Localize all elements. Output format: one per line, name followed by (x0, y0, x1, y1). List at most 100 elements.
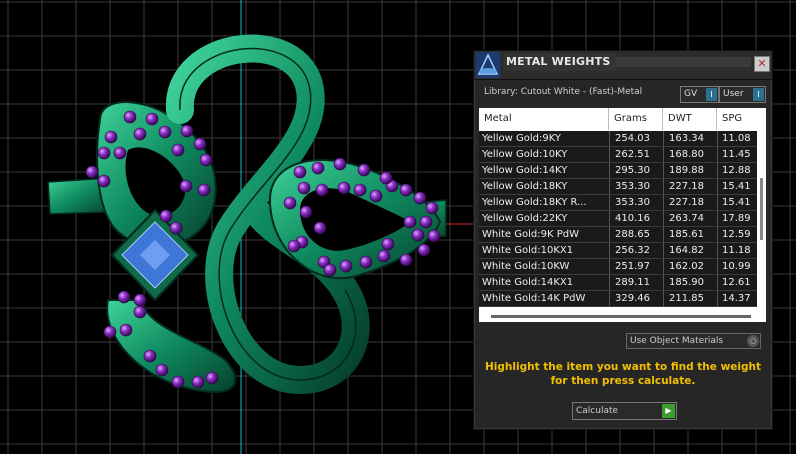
column-header-spg[interactable]: SPG (717, 108, 757, 130)
purple-gem (193, 137, 207, 151)
ring-model[interactable] (47, 34, 447, 395)
cell-dwt: 162.02 (663, 259, 717, 274)
table-row[interactable]: Yellow Gold:18KY 353.30 227.18 15.41 (479, 179, 757, 195)
purple-gem (155, 363, 169, 377)
cell-metal: Yellow Gold:18KY (482, 181, 568, 192)
purple-gem (143, 349, 157, 363)
materials-select-value: Use Object Materials (630, 336, 724, 346)
cell-grams: 329.46 (609, 291, 663, 306)
instruction-text: Highlight the item you want to find the … (484, 360, 762, 388)
purple-gem (333, 157, 347, 171)
logo-icon (476, 52, 500, 78)
purple-gem (359, 255, 373, 269)
purple-gem (315, 183, 329, 197)
purple-gem (133, 293, 147, 307)
cell-dwt: 211.85 (663, 291, 717, 306)
calculate-button[interactable]: Calculate ▶ (572, 402, 677, 420)
purple-gem (117, 290, 131, 304)
table-row[interactable]: Yellow Gold:14KY 295.30 189.88 12.88 (479, 163, 757, 179)
cell-metal: White Gold:10KX1 (482, 245, 574, 256)
gv-toggle[interactable]: GV I (680, 86, 719, 103)
purple-gem (171, 375, 185, 389)
purple-gem (425, 201, 439, 215)
cell-metal: Yellow Gold:18KY R... (482, 197, 587, 208)
purple-gem (299, 205, 313, 219)
cell-dwt: 185.61 (663, 227, 717, 242)
vertical-scrollbar-thumb[interactable] (760, 178, 763, 240)
cell-dwt: 185.90 (663, 275, 717, 290)
instruction-line-2: for then press calculate. (550, 375, 696, 387)
table-row[interactable]: Yellow Gold:18KY R... 353.30 227.18 15.41 (479, 195, 757, 211)
cell-dwt: 168.80 (663, 147, 717, 162)
purple-gem (293, 165, 307, 179)
cell-dwt: 227.18 (663, 179, 717, 194)
purple-gem (427, 229, 441, 243)
purple-gem (113, 146, 127, 160)
purple-gem (104, 130, 118, 144)
column-header-dwt[interactable]: DWT (663, 108, 717, 130)
purple-gem (159, 209, 173, 223)
cell-dwt: 163.34 (663, 131, 717, 146)
cell-metal: White Gold:14KX1 (482, 277, 574, 288)
table-row[interactable]: White Gold:14KX1 289.11 185.90 12.61 (479, 275, 757, 291)
purple-gem (158, 125, 172, 139)
table-row[interactable]: White Gold:9K PdW 288.65 185.61 12.59 (479, 227, 757, 243)
purple-gem (403, 215, 417, 229)
table-row[interactable]: White Gold:10KW 251.97 162.02 10.99 (479, 259, 757, 275)
close-icon[interactable]: ✕ (754, 56, 770, 72)
cell-spg: 11.08 (717, 131, 757, 146)
cell-dwt: 227.18 (663, 195, 717, 210)
play-icon: ▶ (662, 404, 675, 418)
purple-gem (339, 259, 353, 273)
calculate-label: Calculate (576, 406, 619, 416)
table-row[interactable]: Yellow Gold:9KY 254.03 163.34 11.08 (479, 131, 757, 147)
purple-gem (377, 249, 391, 263)
purple-gem (197, 183, 211, 197)
panel-titlebar[interactable]: METAL WEIGHTS ✕ (474, 51, 772, 80)
purple-gem (411, 228, 425, 242)
purple-gem (419, 215, 433, 229)
purple-gem (103, 325, 117, 339)
purple-gem (169, 221, 183, 235)
purple-gem (313, 221, 327, 235)
toggle-indicator-icon: I (753, 88, 764, 101)
purple-gem (417, 243, 431, 257)
cell-dwt: 263.74 (663, 211, 717, 226)
select-knob-icon: ○ (747, 335, 759, 347)
gv-toggle-label: GV (684, 89, 698, 99)
table-row[interactable]: White Gold:14K PdW 329.46 211.85 14.37 (479, 291, 757, 307)
cell-metal: Yellow Gold:22KY (482, 213, 568, 224)
cell-spg: 12.61 (717, 275, 757, 290)
cell-metal: White Gold:9K PdW (482, 229, 579, 240)
table-row[interactable]: Yellow Gold:10KY 262.51 168.80 11.45 (479, 147, 757, 163)
purple-gem (133, 127, 147, 141)
cell-grams: 256.32 (609, 243, 663, 258)
user-toggle[interactable]: User I (719, 86, 766, 103)
cell-dwt: 164.82 (663, 243, 717, 258)
table-row[interactable]: Yellow Gold:22KY 410.16 263.74 17.89 (479, 211, 757, 227)
materials-select[interactable]: Use Object Materials ○ (626, 333, 761, 349)
cell-spg: 14.37 (717, 291, 757, 306)
purple-gem (97, 174, 111, 188)
metal-table: Metal Grams DWT SPG Yellow Gold:9KY 254.0… (479, 108, 766, 322)
column-header-metal[interactable]: Metal (479, 108, 609, 130)
library-label: Library: Cutout White - (Fast)-Metal (484, 87, 643, 97)
purple-gem (145, 112, 159, 126)
user-toggle-label: User (723, 89, 744, 99)
purple-gem (379, 171, 393, 185)
column-header-grams[interactable]: Grams (609, 108, 663, 130)
cell-grams: 254.03 (609, 131, 663, 146)
purple-gem (337, 181, 351, 195)
purple-gem (191, 375, 205, 389)
panel-title: METAL WEIGHTS (504, 53, 616, 71)
metal-weights-panel: METAL WEIGHTS ✕ Library: Cutout White - … (473, 50, 773, 430)
purple-gem (311, 161, 325, 175)
purple-gem (85, 165, 99, 179)
purple-gem (205, 371, 219, 385)
cell-spg: 12.59 (717, 227, 757, 242)
horizontal-scrollbar[interactable] (491, 315, 751, 318)
table-row[interactable]: White Gold:10KX1 256.32 164.82 11.18 (479, 243, 757, 259)
cell-grams: 251.97 (609, 259, 663, 274)
purple-gem (283, 196, 297, 210)
cell-metal: White Gold:10KW (482, 261, 570, 272)
